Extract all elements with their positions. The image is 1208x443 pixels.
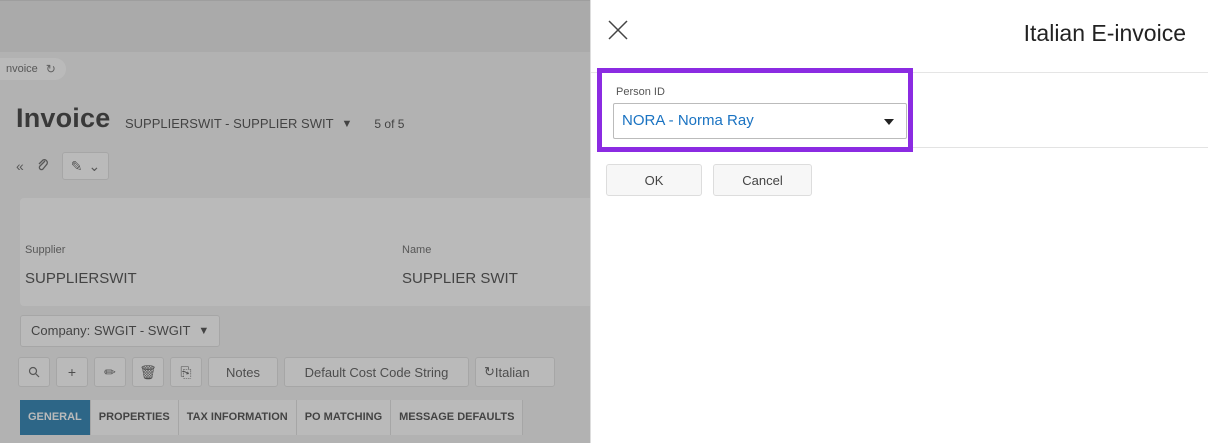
- highlight-box: [597, 68, 913, 152]
- modal-overlay[interactable]: [0, 0, 590, 443]
- dialog-title: Italian E-invoice: [1023, 20, 1186, 46]
- italian-einvoice-dialog: Italian E-invoice Person ID NORA - Norma…: [590, 0, 1208, 443]
- cancel-button[interactable]: Cancel: [713, 164, 812, 196]
- close-icon[interactable]: [606, 18, 630, 42]
- ok-button[interactable]: OK: [606, 164, 702, 196]
- invoice-page-background: nvoice ↻ Invoice SUPPLIERSWIT - SUPPLIER…: [0, 0, 590, 443]
